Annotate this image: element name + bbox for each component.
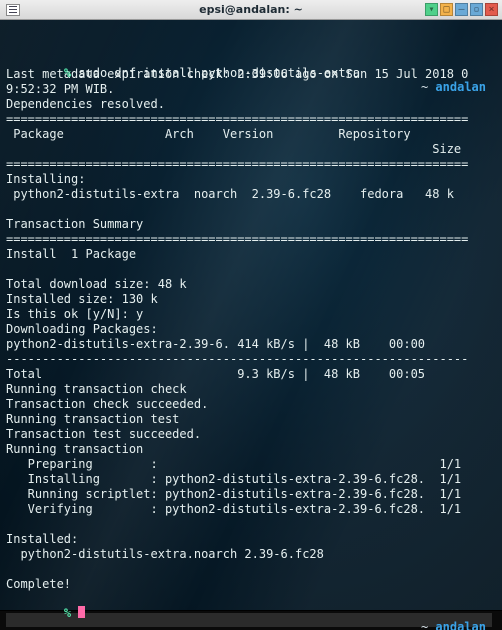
terminal-area[interactable]: % sudo dnf install python-distutils-extr…: [0, 20, 502, 610]
window-controls: ▾ □ — ▫ ×: [425, 3, 498, 16]
cursor: [78, 606, 85, 618]
cwd-tilde: ~: [421, 620, 428, 630]
shade-button[interactable]: ▫: [470, 3, 483, 16]
hostname: andalan: [435, 80, 486, 94]
prompt-line-1: % sudo dnf install python-distutils-extr…: [6, 52, 496, 67]
command-text: sudo dnf install python-distutils-extra: [78, 66, 360, 80]
close-button[interactable]: ×: [485, 3, 498, 16]
restore-button[interactable]: —: [455, 3, 468, 16]
right-prompt: ~ andalan: [421, 620, 486, 630]
minimize-button[interactable]: ▾: [425, 3, 438, 16]
prompt-line-2: % ~ andalan: [6, 592, 496, 607]
titlebar: epsi@andalan: ~ ▾ □ — ▫ ×: [0, 0, 502, 20]
right-prompt: ~ andalan: [421, 80, 486, 94]
maximize-button[interactable]: □: [440, 3, 453, 16]
hostname: andalan: [435, 620, 486, 630]
prompt-symbol: %: [64, 606, 71, 620]
prompt-symbol: %: [64, 66, 71, 80]
terminal-output: Last metadata expiration check: 2:39:06 …: [6, 67, 496, 592]
cwd-tilde: ~: [421, 80, 428, 94]
